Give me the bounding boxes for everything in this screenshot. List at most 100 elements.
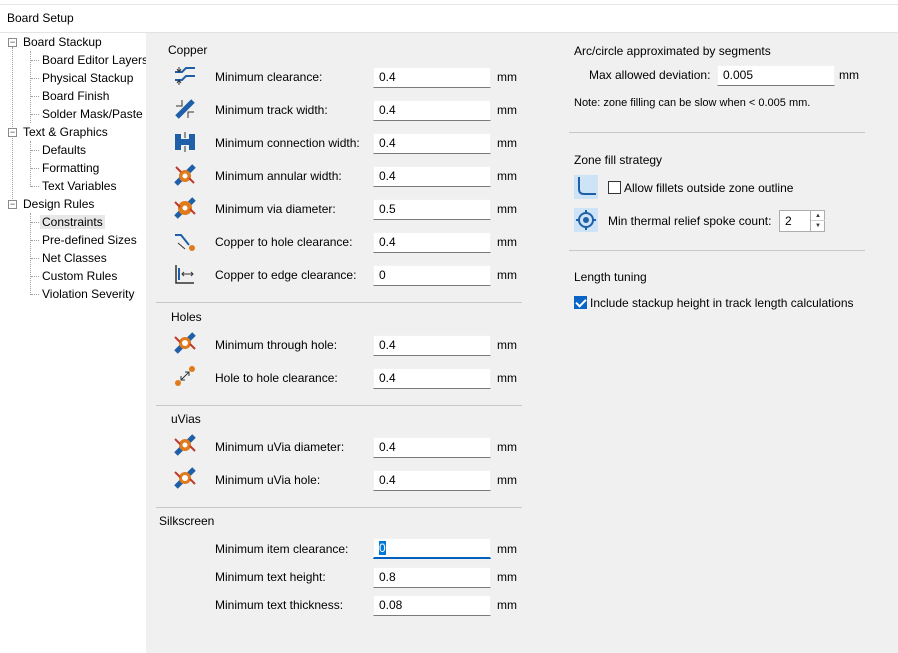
silkscreen-section-title: Silkscreen <box>159 514 215 528</box>
min-connection-width-input[interactable]: 0.4 <box>373 133 491 154</box>
window-title: Board Setup <box>7 11 74 25</box>
min-through-hole-unit: mm <box>497 338 517 352</box>
max-allowed-deviation-unit: mm <box>839 68 859 82</box>
constraints-panel: Copper Minimum clearance: 0.4 mm Minimum… <box>146 33 898 653</box>
tree-guide-line <box>31 276 39 277</box>
track-width-icon <box>175 99 195 119</box>
min-text-height-unit: mm <box>497 570 517 584</box>
tree-item-formatting[interactable]: Formatting <box>42 159 99 177</box>
min-text-thickness-input[interactable]: 0.08 <box>373 595 491 616</box>
zone-fill-strategy-title: Zone fill strategy <box>574 153 663 167</box>
annular-width-icon <box>174 164 196 186</box>
holes-section-title: Holes <box>171 310 202 324</box>
min-uvia-hole-unit: mm <box>497 473 517 487</box>
max-allowed-deviation-input[interactable]: 0.005 <box>717 65 835 86</box>
copper-to-hole-clearance-input[interactable]: 0.4 <box>373 232 491 253</box>
tree-guide-line <box>31 186 39 187</box>
tree-item-custom-rules[interactable]: Custom Rules <box>42 267 117 285</box>
copper-separator <box>156 302 522 303</box>
tree-item-predefined-sizes[interactable]: Pre-defined Sizes <box>42 231 137 249</box>
thermal-relief-icon <box>574 208 598 232</box>
tree-item-violation-severity[interactable]: Violation Severity <box>42 285 135 303</box>
spinner-buttons: ▲ ▼ <box>810 211 825 231</box>
spinner-down-icon[interactable]: ▼ <box>811 221 825 231</box>
spoke-count-value: 2 <box>785 214 792 228</box>
tree-guide-line <box>31 222 39 223</box>
clearance-icon <box>175 67 195 85</box>
copper-to-hole-clearance-label: Copper to hole clearance: <box>215 235 353 249</box>
tree-guide-line <box>31 150 39 151</box>
tree-guide-line <box>31 168 39 169</box>
tree-item-text-variables[interactable]: Text Variables <box>42 177 116 195</box>
hole-to-hole-clearance-input[interactable]: 0.4 <box>373 368 491 389</box>
min-uvia-hole-input[interactable]: 0.4 <box>373 470 491 491</box>
tree-guide-line <box>31 96 39 97</box>
min-item-clearance-value: 0 <box>379 541 386 555</box>
min-via-diameter-input[interactable]: 0.5 <box>373 199 491 220</box>
copper-to-edge-clearance-label: Copper to edge clearance: <box>215 268 357 282</box>
tree-guide-line <box>31 294 39 295</box>
min-annular-width-input[interactable]: 0.4 <box>373 166 491 187</box>
include-stackup-checkbox[interactable] <box>574 296 587 309</box>
min-via-diameter-unit: mm <box>497 202 517 216</box>
hole-to-hole-icon <box>175 366 195 386</box>
spinner-up-icon[interactable]: ▲ <box>811 211 825 221</box>
collapse-text-graphics-icon[interactable]: − <box>8 128 17 137</box>
through-hole-icon <box>174 332 196 354</box>
tree-item-board-editor-layers[interactable]: Board Editor Layers <box>42 51 148 69</box>
min-text-thickness-unit: mm <box>497 598 517 612</box>
copper-to-edge-clearance-input[interactable]: 0 <box>373 265 491 286</box>
holes-separator <box>156 405 522 406</box>
collapse-design-rules-icon[interactable]: − <box>8 200 17 209</box>
uvia-hole-icon <box>174 467 196 489</box>
tree-item-solder-mask-paste[interactable]: Solder Mask/Paste <box>42 105 143 123</box>
min-clearance-input[interactable]: 0.4 <box>373 67 491 88</box>
spoke-count-label: Min thermal relief spoke count: <box>608 214 772 228</box>
min-through-hole-input[interactable]: 0.4 <box>373 335 491 356</box>
fillet-icon <box>574 175 598 199</box>
tree-guide-line <box>31 258 39 259</box>
min-clearance-label: Minimum clearance: <box>215 70 323 84</box>
tree-guide-line <box>30 213 31 295</box>
uvias-section-title: uVias <box>171 412 201 426</box>
tree-item-board-finish[interactable]: Board Finish <box>42 87 109 105</box>
min-track-width-unit: mm <box>497 103 517 117</box>
min-uvia-diameter-input[interactable]: 0.4 <box>373 437 491 458</box>
tree-item-board-stackup[interactable]: Board Stackup <box>23 33 102 51</box>
length-tuning-title: Length tuning <box>574 270 647 284</box>
tree-item-constraints[interactable]: Constraints <box>40 213 105 231</box>
min-uvia-diameter-unit: mm <box>497 440 517 454</box>
arc-section-title: Arc/circle approximated by segments <box>574 44 771 58</box>
title-bar: Board Setup <box>0 5 898 33</box>
copper-section-title: Copper <box>168 43 208 57</box>
tree-item-design-rules[interactable]: Design Rules <box>23 195 94 213</box>
arc-separator <box>569 132 865 133</box>
allow-fillets-checkbox[interactable] <box>608 181 621 194</box>
via-diameter-icon <box>174 197 196 219</box>
zone-fill-note: Note: zone filling can be slow when < 0.… <box>574 97 811 109</box>
min-item-clearance-label: Minimum item clearance: <box>215 542 349 556</box>
copper-to-edge-clearance-unit: mm <box>497 268 517 282</box>
tree-item-physical-stackup[interactable]: Physical Stackup <box>42 69 133 87</box>
hole-to-hole-clearance-unit: mm <box>497 371 517 385</box>
tree-guide-line <box>31 240 39 241</box>
copper-hole-clearance-icon <box>175 234 195 251</box>
tree-item-net-classes[interactable]: Net Classes <box>42 249 107 267</box>
allow-fillets-label: Allow fillets outside zone outline <box>624 181 794 195</box>
spoke-count-spinner[interactable]: 2 ▲ ▼ <box>779 210 825 232</box>
tree-guide-line <box>30 141 31 187</box>
min-text-height-label: Minimum text height: <box>215 570 326 584</box>
copper-to-hole-clearance-unit: mm <box>497 235 517 249</box>
min-uvia-diameter-label: Minimum uVia diameter: <box>215 440 345 454</box>
min-uvia-hole-label: Minimum uVia hole: <box>215 473 321 487</box>
min-clearance-unit: mm <box>497 70 517 84</box>
min-track-width-label: Minimum track width: <box>215 103 328 117</box>
tree-item-defaults[interactable]: Defaults <box>42 141 86 159</box>
collapse-board-stackup-icon[interactable]: − <box>8 38 17 47</box>
min-track-width-input[interactable]: 0.4 <box>373 100 491 121</box>
hole-to-hole-clearance-label: Hole to hole clearance: <box>215 371 338 385</box>
settings-tree[interactable]: − Board Stackup Board Editor Layers Phys… <box>0 33 148 653</box>
min-item-clearance-input[interactable]: 0 <box>373 538 491 559</box>
min-text-height-input[interactable]: 0.8 <box>373 567 491 588</box>
tree-item-text-graphics[interactable]: Text & Graphics <box>23 123 108 141</box>
